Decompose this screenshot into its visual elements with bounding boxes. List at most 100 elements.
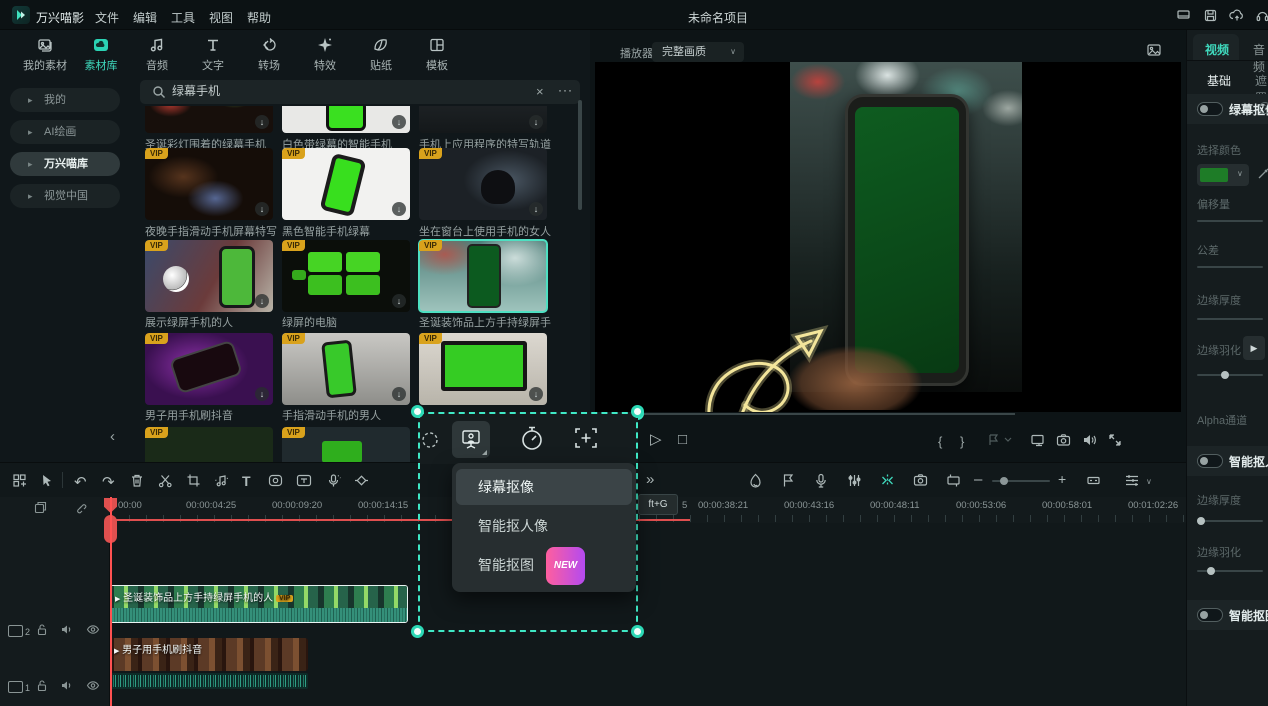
props-subtab-basic[interactable]: 基础 <box>1207 72 1231 89</box>
select-cursor-icon[interactable] <box>40 473 55 488</box>
timeline-zoom-slider[interactable] <box>992 480 1050 482</box>
crop-icon[interactable] <box>186 473 201 488</box>
quality-dropdown[interactable]: 完整画质 ∨ <box>652 42 744 62</box>
search-input[interactable] <box>172 83 502 97</box>
menu-item-smart-cutout[interactable]: 智能抠图 NEW <box>456 547 632 583</box>
slider-knob[interactable] <box>1221 371 1229 379</box>
redo-icon[interactable]: ↷ <box>102 473 115 491</box>
timeline-clip[interactable]: ▶ 男子用手机刷抖音 <box>110 638 308 671</box>
media-item-thumbnail[interactable]: VIP↓ <box>282 148 410 220</box>
tolerance-slider[interactable] <box>1197 266 1263 268</box>
quick-split-icon[interactable] <box>880 473 895 488</box>
lock-icon[interactable] <box>36 623 48 636</box>
track-manager-icon[interactable] <box>1124 473 1140 488</box>
render-preview-icon[interactable] <box>748 473 763 489</box>
media-item-thumbnail[interactable]: ↓ <box>419 106 547 133</box>
fit-screen-icon[interactable] <box>1030 433 1045 447</box>
clear-search-icon[interactable]: × <box>536 84 544 99</box>
hide-track-eye-icon[interactable] <box>86 679 100 692</box>
speaker-icon[interactable] <box>1082 433 1098 447</box>
mute-speaker-icon[interactable] <box>60 679 73 692</box>
download-icon[interactable]: ↓ <box>529 202 543 216</box>
more-tools-icon[interactable]: » <box>646 471 654 488</box>
hide-track-eye-icon[interactable] <box>86 623 100 636</box>
menu-file[interactable]: 文件 <box>95 9 119 26</box>
chroma-key-toggle[interactable] <box>1197 102 1223 116</box>
media-item-thumbnail[interactable]: VIP↓ <box>419 333 547 405</box>
smart-cutout-toggle[interactable] <box>1197 608 1223 622</box>
media-view-icon[interactable] <box>12 473 27 488</box>
media-item-thumbnail[interactable]: ↓ <box>145 106 273 133</box>
menu-tools[interactable]: 工具 <box>171 9 195 26</box>
keyframe-icon[interactable] <box>354 473 369 488</box>
marker-flag-icon[interactable] <box>781 473 795 488</box>
link-icon[interactable] <box>74 501 87 514</box>
tab-templates[interactable]: 模板 <box>409 36 465 73</box>
tab-stickers[interactable]: 贴纸 <box>353 36 409 73</box>
marker-dropdown-icon[interactable] <box>986 433 1012 447</box>
download-icon[interactable]: ↓ <box>255 115 269 129</box>
menu-item-chroma-key[interactable]: 绿幕抠像 <box>456 469 632 505</box>
media-item-thumbnail[interactable]: VIP↓ <box>282 333 410 405</box>
portrait-edge-thickness-slider[interactable] <box>1197 520 1263 522</box>
subtitle-icon[interactable] <box>296 473 312 488</box>
timeline-clip-audio[interactable] <box>110 673 308 689</box>
media-item-thumbnail[interactable]: VIP↓ <box>145 333 273 405</box>
timeline-snapshot-icon[interactable] <box>913 473 928 487</box>
scrollbar[interactable] <box>578 100 582 210</box>
zoom-in-icon[interactable]: + <box>1058 471 1066 487</box>
undo-icon[interactable]: ↶ <box>74 473 87 491</box>
sidebar-item-mine[interactable]: ▸ 我的 <box>10 88 120 112</box>
download-icon[interactable]: ↓ <box>529 115 543 129</box>
add-text-icon[interactable]: T <box>242 473 251 489</box>
zoom-slider-knob[interactable] <box>1000 477 1008 485</box>
media-item-thumbnail[interactable]: VIP <box>145 427 273 462</box>
props-tab-audio[interactable]: 音频 <box>1253 41 1268 75</box>
media-item-thumbnail[interactable]: VIP↓ <box>145 148 273 220</box>
download-icon[interactable]: ↓ <box>529 387 543 401</box>
mark-in-icon[interactable]: { <box>938 434 942 449</box>
menu-item-ai-portrait[interactable]: 智能抠人像 <box>456 508 632 544</box>
selection-handle[interactable] <box>631 405 644 418</box>
menu-view[interactable]: 视图 <box>209 9 233 26</box>
media-item-thumbnail[interactable]: VIP <box>282 427 410 462</box>
sidebar-item-vcg[interactable]: ▸ 视觉中国 <box>10 184 120 208</box>
download-icon[interactable]: ↓ <box>392 115 406 129</box>
portrait-edge-feather-slider[interactable] <box>1197 570 1263 572</box>
media-item-thumbnail-selected[interactable]: VIP <box>419 240 547 312</box>
tab-text[interactable]: 文字 <box>185 36 241 73</box>
ai-portrait-toggle[interactable] <box>1197 454 1223 468</box>
workspace-icon[interactable] <box>1176 8 1191 23</box>
snapshot-camera-icon[interactable] <box>1056 433 1071 447</box>
playback-progress-bar[interactable] <box>640 413 1015 415</box>
fullscreen-icon[interactable] <box>1108 433 1122 447</box>
mute-speaker-icon[interactable] <box>60 623 73 636</box>
play-icon[interactable]: ▷ <box>650 432 662 447</box>
audio-mixer-icon[interactable] <box>847 473 862 488</box>
download-icon[interactable]: ↓ <box>392 294 406 308</box>
download-icon[interactable]: ↓ <box>255 294 269 308</box>
menu-help[interactable]: 帮助 <box>247 9 271 26</box>
auto-ripple-icon[interactable] <box>946 473 961 488</box>
media-item-thumbnail[interactable]: VIP↓ <box>419 148 547 220</box>
delete-icon[interactable] <box>130 473 144 488</box>
sidebar-item-wondershare-stock[interactable]: ▸ 万兴喵库 <box>10 152 120 176</box>
beat-detect-icon[interactable] <box>214 473 230 488</box>
tab-audio[interactable]: 音频 <box>129 36 185 73</box>
track-manager-caret-icon[interactable]: ∨ <box>1146 477 1152 486</box>
tab-stock-library[interactable]: 素材库 <box>73 36 129 73</box>
tab-transitions[interactable]: 转场 <box>241 36 297 73</box>
preview-image-icon[interactable] <box>1146 42 1162 58</box>
media-item-thumbnail[interactable]: VIP↓ <box>282 240 410 312</box>
mark-out-icon[interactable]: } <box>960 434 964 449</box>
headset-icon[interactable] <box>1255 8 1268 23</box>
download-icon[interactable]: ↓ <box>392 202 406 216</box>
audio-denoise-icon[interactable] <box>326 473 342 488</box>
record-icon[interactable] <box>268 473 283 488</box>
search-overflow-icon[interactable]: ··· <box>558 83 573 97</box>
media-item-thumbnail[interactable]: VIP↓ <box>145 240 273 312</box>
tab-my-media[interactable]: 我的素材 <box>17 36 73 73</box>
selection-handle[interactable] <box>411 405 424 418</box>
save-icon[interactable] <box>1203 8 1218 23</box>
download-icon[interactable]: ↓ <box>255 202 269 216</box>
